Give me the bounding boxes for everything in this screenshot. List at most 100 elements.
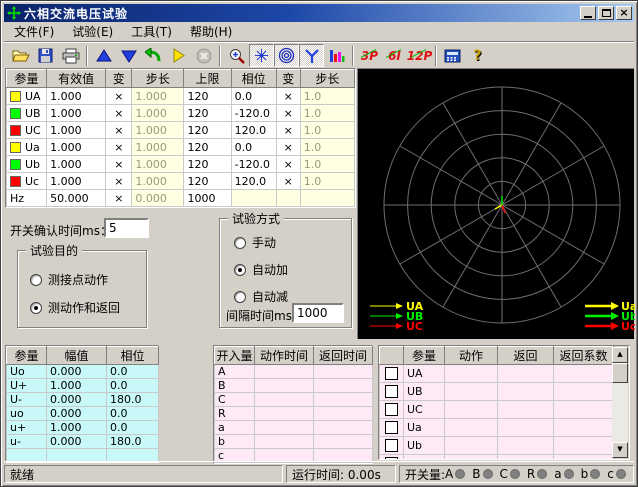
step-down-button[interactable]: [116, 44, 141, 67]
cell[interactable]: ×: [276, 122, 300, 139]
cell[interactable]: Ub: [7, 156, 47, 173]
vertical-scrollbar[interactable]: ▲ ▼: [612, 347, 628, 458]
cell[interactable]: 1000: [184, 190, 231, 207]
cell[interactable]: [276, 190, 300, 207]
radio-auto-decrease[interactable]: 自动减: [234, 288, 288, 305]
cell[interactable]: ×: [106, 88, 132, 105]
cell[interactable]: 1.000: [132, 105, 184, 122]
interval-input[interactable]: [292, 303, 344, 323]
column-header: 步长: [132, 70, 184, 88]
row-checkbox[interactable]: [385, 457, 398, 460]
scrollbar-thumb[interactable]: [612, 363, 628, 383]
cell[interactable]: 1.000: [132, 139, 184, 156]
cell[interactable]: 120: [184, 122, 231, 139]
radio-action-and-return[interactable]: 测动作和返回: [30, 299, 120, 316]
cell[interactable]: Uc: [7, 173, 47, 190]
start-button[interactable]: [166, 44, 191, 67]
cell[interactable]: 1.000: [47, 88, 106, 105]
cell[interactable]: Hz: [7, 190, 47, 207]
open-button[interactable]: [8, 44, 33, 67]
cell[interactable]: Ua: [7, 139, 47, 156]
radio-auto-increase[interactable]: 自动加: [234, 261, 288, 278]
cell[interactable]: 1.0: [300, 122, 354, 139]
cell[interactable]: UC: [7, 122, 47, 139]
cell[interactable]: UB: [7, 105, 47, 122]
calculator-button[interactable]: [440, 44, 465, 67]
cell[interactable]: 1.000: [47, 173, 106, 190]
cell[interactable]: ×: [276, 105, 300, 122]
help-button[interactable]: ?: [465, 44, 490, 67]
cell[interactable]: 120.0: [231, 122, 276, 139]
radio-contact-action[interactable]: 测接点动作: [30, 271, 108, 288]
cell[interactable]: 1.0: [300, 156, 354, 173]
cell[interactable]: 1.0: [300, 173, 354, 190]
menu-item-tools[interactable]: 工具(T): [122, 21, 181, 42]
cell[interactable]: 1.000: [47, 105, 106, 122]
cell[interactable]: -120.0: [231, 156, 276, 173]
menu-item-help[interactable]: 帮助(H): [181, 21, 241, 42]
row-checkbox[interactable]: [385, 439, 398, 452]
12p-mode-button[interactable]: 12P: [407, 44, 432, 67]
cell[interactable]: ×: [276, 173, 300, 190]
cell[interactable]: 1.000: [47, 122, 106, 139]
cell[interactable]: 120: [184, 105, 231, 122]
row-checkbox[interactable]: [385, 385, 398, 398]
radio-manual[interactable]: 手动: [234, 234, 276, 251]
cell[interactable]: 0.0: [231, 88, 276, 105]
cell[interactable]: 1.000: [132, 173, 184, 190]
cell[interactable]: ×: [106, 105, 132, 122]
menu-item-file[interactable]: 文件(F): [5, 21, 63, 42]
vector-view-button[interactable]: [299, 44, 324, 67]
menu-item-test[interactable]: 试验(E): [63, 21, 122, 42]
cell[interactable]: ×: [276, 88, 300, 105]
cell[interactable]: 1.000: [132, 156, 184, 173]
switch-confirm-input[interactable]: [104, 218, 149, 238]
cell[interactable]: -120.0: [231, 105, 276, 122]
row-checkbox[interactable]: [385, 367, 398, 380]
cell[interactable]: ×: [276, 156, 300, 173]
row-checkbox[interactable]: [385, 421, 398, 434]
cell[interactable]: 50.000: [47, 190, 106, 207]
cell[interactable]: ×: [276, 139, 300, 156]
cell[interactable]: [231, 190, 276, 207]
row-checkbox[interactable]: [385, 403, 398, 416]
zoom-button[interactable]: [224, 44, 249, 67]
cell[interactable]: 120: [184, 156, 231, 173]
cell[interactable]: 1.0: [300, 139, 354, 156]
step-up-button[interactable]: [91, 44, 116, 67]
cell[interactable]: 1.000: [47, 139, 106, 156]
cell[interactable]: ×: [106, 156, 132, 173]
cell[interactable]: ×: [106, 139, 132, 156]
cell[interactable]: 1.000: [132, 122, 184, 139]
cell[interactable]: 0.0: [231, 139, 276, 156]
cell[interactable]: ×: [106, 173, 132, 190]
cell[interactable]: 120.0: [231, 173, 276, 190]
6i-mode-button[interactable]: 6I: [382, 44, 407, 67]
phasor-view-button[interactable]: [249, 44, 274, 67]
cell[interactable]: ×: [106, 190, 132, 207]
cell[interactable]: 1.0: [300, 88, 354, 105]
cell[interactable]: 1.000: [132, 88, 184, 105]
reset-button[interactable]: [141, 44, 166, 67]
cell[interactable]: ×: [106, 122, 132, 139]
scroll-up-button[interactable]: ▲: [612, 347, 628, 363]
undo-arrow-icon: [145, 48, 162, 63]
print-button[interactable]: [58, 44, 83, 67]
scroll-down-button[interactable]: ▼: [612, 442, 628, 458]
cell[interactable]: 120: [184, 173, 231, 190]
minimize-button[interactable]: [580, 6, 596, 20]
bar-view-button[interactable]: [324, 44, 349, 67]
3p-mode-button[interactable]: 3P: [357, 44, 382, 67]
cell[interactable]: UA: [7, 88, 47, 105]
close-button[interactable]: ×: [616, 6, 632, 20]
column-header: 上限: [184, 70, 231, 88]
cell[interactable]: 1.0: [300, 105, 354, 122]
cell[interactable]: 120: [184, 88, 231, 105]
cell[interactable]: 120: [184, 139, 231, 156]
polar-view-button[interactable]: [274, 44, 299, 67]
cell[interactable]: 1.000: [47, 156, 106, 173]
save-button[interactable]: [33, 44, 58, 67]
cell[interactable]: [300, 190, 354, 207]
maximize-button[interactable]: [598, 6, 614, 20]
cell[interactable]: 0.000: [132, 190, 184, 207]
